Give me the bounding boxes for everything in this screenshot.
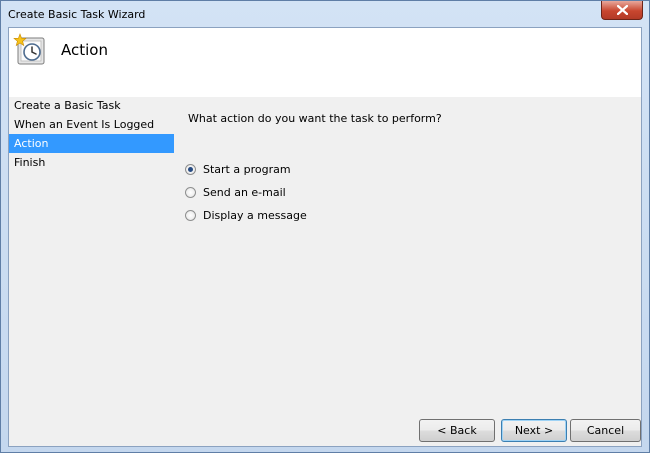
action-question: What action do you want the task to perf… xyxy=(188,112,442,125)
back-button[interactable]: < Back xyxy=(419,419,495,442)
wizard-window: Create Basic Task Wizard Action Create a… xyxy=(0,0,650,453)
option-display-message[interactable]: Display a message xyxy=(185,204,307,227)
step-create-basic-task: Create a Basic Task xyxy=(14,99,121,112)
step-when-event-logged: When an Event Is Logged xyxy=(14,118,155,131)
wizard-header: Action xyxy=(9,28,641,97)
window-title: Create Basic Task Wizard xyxy=(8,8,146,21)
next-button[interactable]: Next > xyxy=(501,419,567,442)
start-program-label[interactable]: Start a program xyxy=(203,163,291,176)
start-program-radio[interactable] xyxy=(185,164,196,175)
display-message-label[interactable]: Display a message xyxy=(203,209,307,222)
page-title: Action xyxy=(61,41,108,59)
cancel-button[interactable]: Cancel xyxy=(570,419,641,442)
wizard-client-area: Action Create a Basic Task When an Event… xyxy=(8,27,642,447)
send-email-label[interactable]: Send an e-mail xyxy=(203,186,286,199)
task-clock-icon xyxy=(13,33,45,65)
title-bar[interactable]: Create Basic Task Wizard xyxy=(1,1,649,27)
close-icon xyxy=(617,5,628,15)
option-send-email[interactable]: Send an e-mail xyxy=(185,181,307,204)
action-options: Start a program Send an e-mail Display a… xyxy=(185,158,307,227)
display-message-radio[interactable] xyxy=(185,210,196,221)
step-finish: Finish xyxy=(14,156,46,169)
close-button[interactable] xyxy=(601,1,643,20)
step-action: Action xyxy=(9,134,174,153)
option-start-program[interactable]: Start a program xyxy=(185,158,307,181)
send-email-radio[interactable] xyxy=(185,187,196,198)
wizard-steps-list: Create a Basic Task When an Event Is Log… xyxy=(9,96,174,172)
